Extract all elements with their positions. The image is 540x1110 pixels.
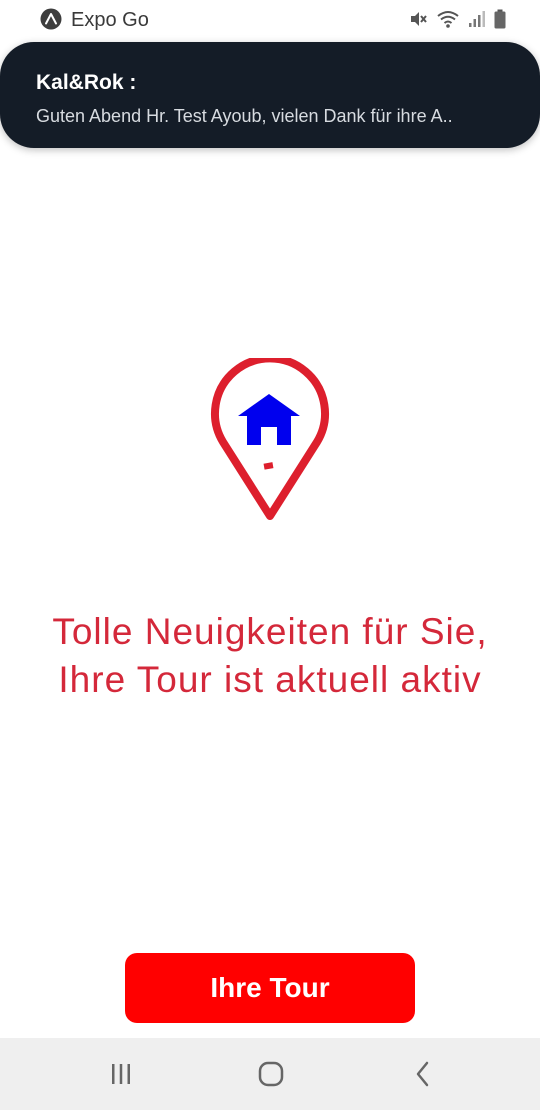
wifi-icon (437, 11, 459, 28)
expo-logo-icon (40, 8, 62, 30)
home-button[interactable] (251, 1058, 291, 1090)
notification-body: Guten Abend Hr. Test Ayoub, vielen Dank … (36, 106, 453, 126)
headline-line-2: Ihre Tour ist aktuell aktiv (58, 659, 482, 700)
status-icons (408, 8, 506, 30)
recent-apps-icon (112, 1064, 130, 1084)
mute-icon (411, 12, 427, 26)
system-navigation-bar (0, 1038, 540, 1110)
headline: Tolle Neuigkeiten für Sie, Ihre Tour ist… (0, 608, 540, 704)
recent-apps-button[interactable] (101, 1058, 141, 1090)
notification-banner[interactable]: Kal&Rok : Guten Abend Hr. Test Ayoub, vi… (0, 42, 540, 148)
location-pin-house-icon (211, 358, 329, 520)
status-app-name: Expo Go (71, 9, 149, 31)
home-icon (258, 1061, 284, 1087)
ihre-tour-button[interactable]: Ihre Tour (125, 953, 415, 1023)
headline-line-1: Tolle Neuigkeiten für Sie, (52, 611, 488, 652)
battery-icon (494, 9, 506, 29)
notification-title: Kal&Rok : (36, 71, 137, 94)
back-icon (416, 1061, 429, 1087)
back-button[interactable] (403, 1058, 443, 1090)
status-bar: Expo Go (0, 0, 540, 40)
signal-icon (469, 11, 485, 27)
